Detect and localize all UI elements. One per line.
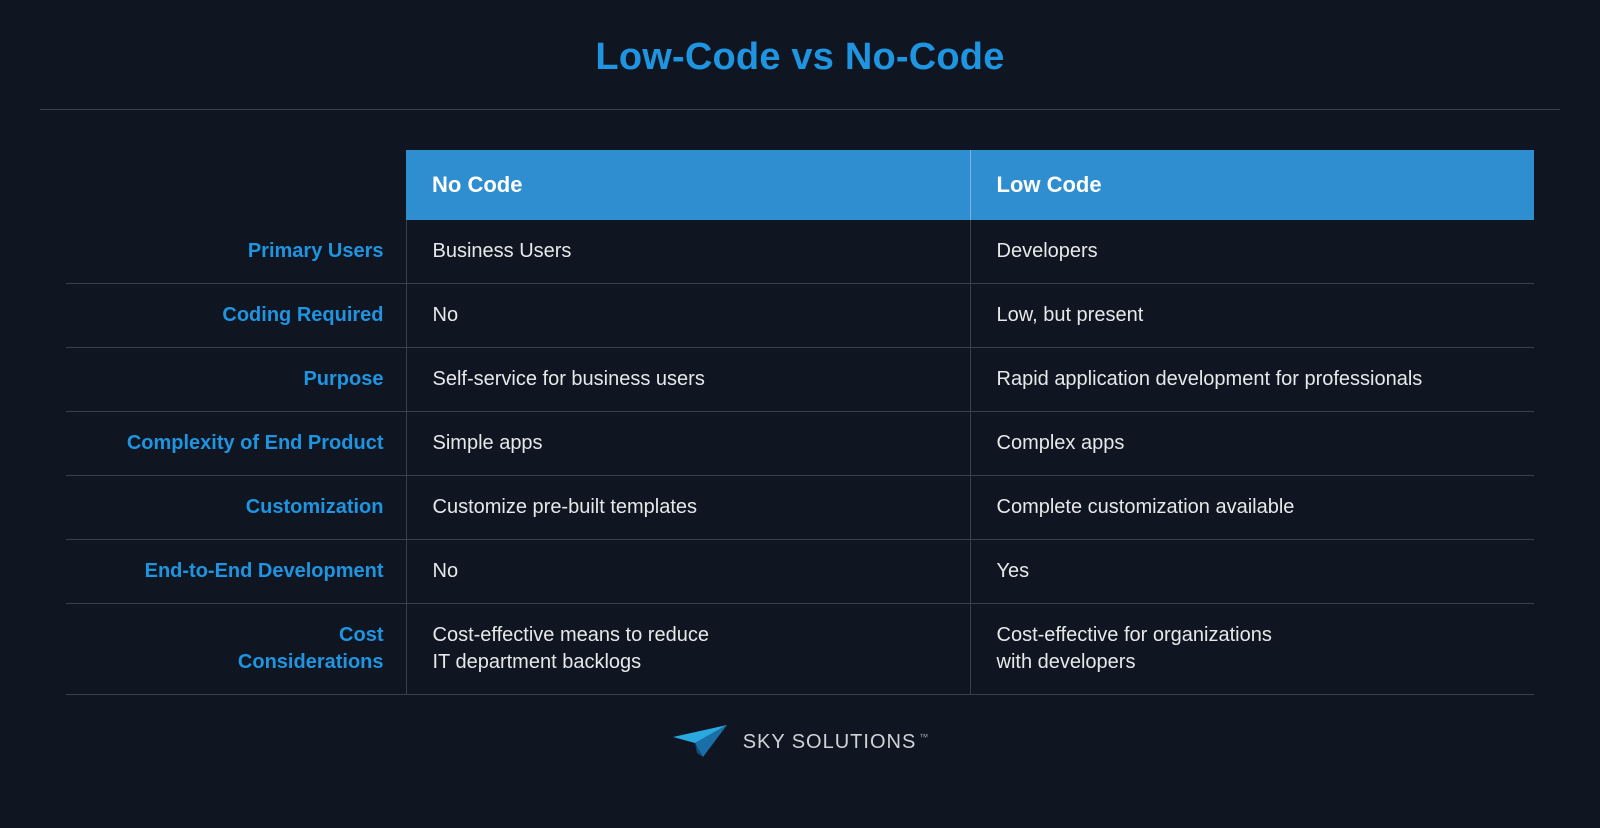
cell-low-code: Yes: [970, 540, 1534, 604]
table-header-blank: [66, 150, 406, 220]
cell-no-code: Simple apps: [406, 412, 970, 476]
row-label: Purpose: [66, 348, 406, 412]
table-row: Primary Users Business Users Developers: [66, 220, 1534, 284]
row-label: End-to-End Development: [66, 540, 406, 604]
cell-no-code: No: [406, 284, 970, 348]
cell-no-code: No: [406, 540, 970, 604]
cell-no-code: Self-service for business users: [406, 348, 970, 412]
cell-no-code: Business Users: [406, 220, 970, 284]
column-header-no-code: No Code: [406, 150, 970, 220]
brand-text: SKY SOLUTIONS ™: [743, 731, 930, 754]
table-row: Customization Customize pre-built templa…: [66, 476, 1534, 540]
cell-low-code: Low, but present: [970, 284, 1534, 348]
row-label: Customization: [66, 476, 406, 540]
cell-low-code: Developers: [970, 220, 1534, 284]
trademark-symbol: ™: [919, 732, 929, 742]
row-label: Primary Users: [66, 220, 406, 284]
table-row: Complexity of End Product Simple apps Co…: [66, 412, 1534, 476]
row-label: Coding Required: [66, 284, 406, 348]
brand-sky: SKY: [743, 731, 786, 754]
cell-low-code: Rapid application development for profes…: [970, 348, 1534, 412]
paper-plane-icon: [671, 723, 729, 761]
column-header-low-code: Low Code: [970, 150, 1534, 220]
table-row: Cost Considerations Cost-effective means…: [66, 604, 1534, 695]
row-label: Complexity of End Product: [66, 412, 406, 476]
comparison-table-container: No Code Low Code Primary Users Business …: [40, 110, 1560, 695]
page-title: Low-Code vs No-Code: [40, 0, 1560, 109]
footer: SKY SOLUTIONS ™: [40, 723, 1560, 761]
comparison-table: No Code Low Code Primary Users Business …: [66, 150, 1534, 695]
brand-solutions: SOLUTIONS: [792, 731, 917, 754]
cell-low-code: Complex apps: [970, 412, 1534, 476]
cell-no-code: Cost-effective means to reduce IT depart…: [406, 604, 970, 695]
table-row: End-to-End Development No Yes: [66, 540, 1534, 604]
table-row: Purpose Self-service for business users …: [66, 348, 1534, 412]
row-label: Cost Considerations: [66, 604, 406, 695]
table-row: Coding Required No Low, but present: [66, 284, 1534, 348]
cell-low-code: Complete customization available: [970, 476, 1534, 540]
cell-no-code: Customize pre-built templates: [406, 476, 970, 540]
cell-low-code: Cost-effective for organizations with de…: [970, 604, 1534, 695]
